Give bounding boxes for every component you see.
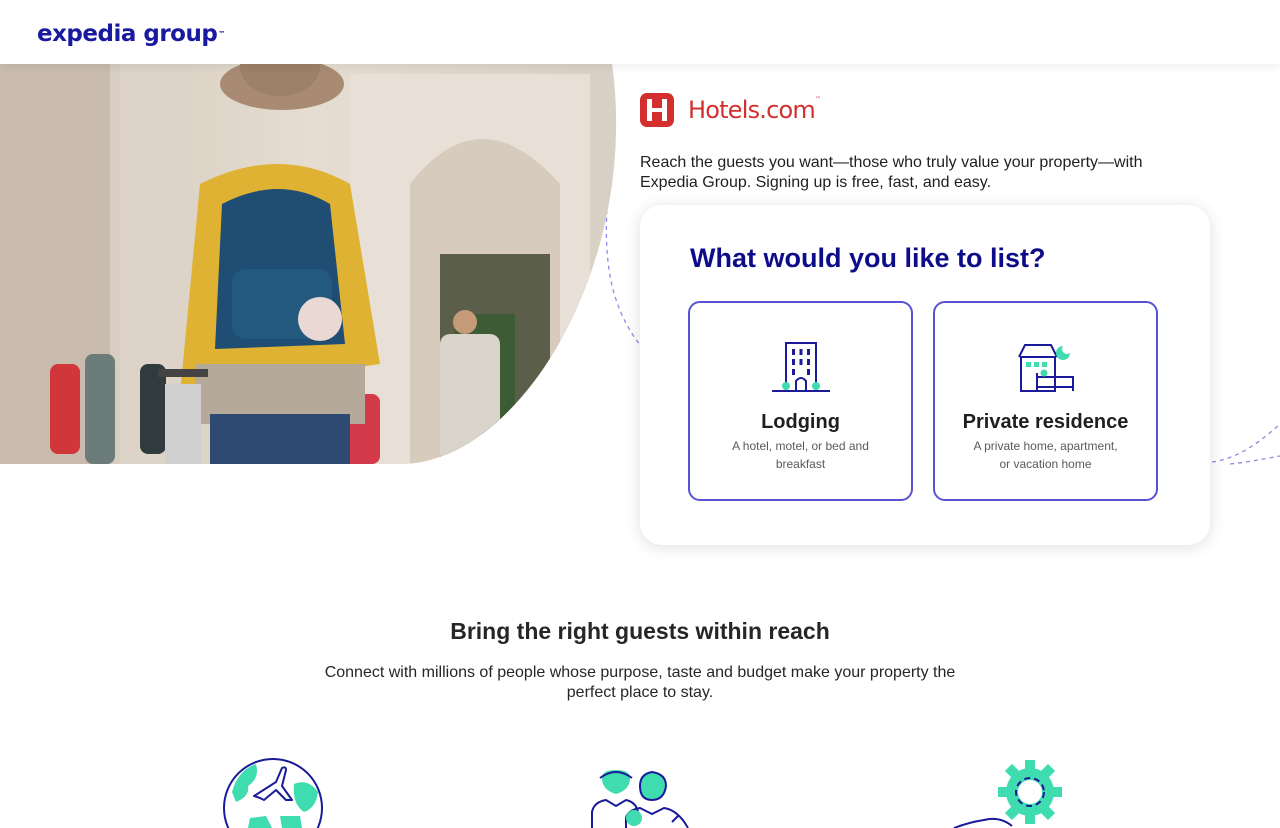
intro-text: Reach the guests you want—those who trul…	[640, 154, 1143, 191]
hotel-building-icon	[771, 342, 830, 392]
lodging-option[interactable]: Lodging A hotel, motel, or bed and break…	[688, 301, 913, 501]
private-residence-option[interactable]: Private residence A private home, apartm…	[933, 301, 1158, 501]
private-residence-title: Private residence	[962, 411, 1129, 433]
brand-trademark: ™	[218, 30, 225, 38]
hero-image	[0, 64, 620, 464]
private-residence-description: A private home, apartment, or vacation h…	[973, 439, 1118, 471]
lodging-title: Lodging	[761, 411, 840, 433]
house-icon	[1017, 344, 1074, 392]
list-type-card: What would you like to list? Lodging A h…	[640, 205, 1210, 545]
lodging-description: A hotel, motel, or bed and breakfast	[732, 439, 869, 471]
expedia-group-logo[interactable]: expedia group™	[37, 18, 225, 50]
card-title: What would you like to list?	[690, 243, 1046, 273]
hotels-com-logo[interactable]: Hotels.com™	[640, 93, 821, 127]
hotels-wordmark: Hotels.com™	[688, 96, 821, 124]
hotels-trademark: ™	[814, 96, 821, 103]
hotels-wordmark-text: Hotels.com	[688, 96, 816, 124]
site-header: expedia group™	[0, 0, 1280, 64]
brand-text: expedia group	[37, 21, 218, 47]
hotels-logo-mark-icon	[640, 93, 674, 127]
